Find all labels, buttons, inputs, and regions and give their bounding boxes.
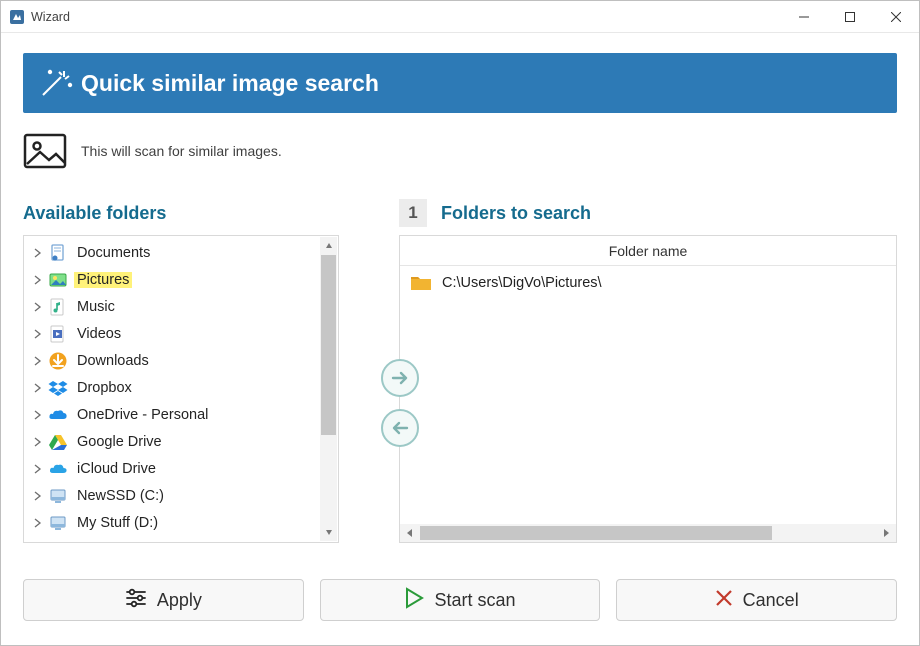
pictures-icon [48,270,68,290]
tree-item[interactable]: iCloud Drive [26,455,319,482]
music-icon [48,297,68,317]
expander-icon[interactable] [32,247,44,259]
folder-icon [410,274,432,292]
minimize-button[interactable] [781,1,827,33]
tree-item-label: NewSSD (C:) [74,488,167,504]
titlebar: Wizard [1,1,919,33]
folders-to-search-panel: Folder name C:\Users\DigVo\Pictures\ [399,235,897,543]
expander-icon[interactable] [32,409,44,421]
hscroll-thumb[interactable] [420,526,772,540]
scroll-left-icon[interactable] [400,529,420,537]
sliders-icon [125,588,147,613]
horizontal-scrollbar[interactable] [400,524,896,542]
window-title: Wizard [31,10,70,24]
expander-icon[interactable] [32,382,44,394]
tree-item-label: Dropbox [74,380,135,396]
tree-item-label: Google Drive [74,434,165,450]
cancel-label: Cancel [743,590,799,611]
play-icon [404,587,424,614]
drive-icon [48,513,68,533]
tree-item[interactable]: NewSSD (C:) [26,482,319,509]
videos-icon [48,324,68,344]
remove-folder-button[interactable] [381,409,419,447]
expander-icon[interactable] [32,355,44,367]
step-badge: 1 [399,199,427,227]
drive-icon [48,486,68,506]
tree-item-label: OneDrive - Personal [74,407,211,423]
tree-item[interactable]: Documents [26,239,319,266]
expander-icon[interactable] [32,517,44,529]
folders-to-search-label: Folders to search [441,203,591,224]
banner-title: Quick similar image search [81,70,379,97]
x-icon [715,589,733,612]
tree-item-label: Downloads [74,353,152,369]
downloads-icon [48,351,68,371]
description-row: This will scan for similar images. [1,113,919,173]
folder-tree[interactable]: Documents Pictures Music Videos Downloads Dro… [26,236,319,542]
wand-icon [35,63,75,103]
add-folder-button[interactable] [381,359,419,397]
selected-folders-list[interactable]: C:\Users\DigVo\Pictures\ [400,266,896,524]
apply-label: Apply [157,590,202,611]
banner: Quick similar image search [23,53,897,113]
available-folders-heading: Available folders [23,197,339,229]
documents-icon [48,243,68,263]
tree-item-label: Music [74,299,118,315]
tree-scrollbar[interactable] [320,237,337,541]
tree-item[interactable]: Pictures [26,266,319,293]
tree-item[interactable]: Music [26,293,319,320]
icloud-icon [48,459,68,479]
tree-item[interactable]: Downloads [26,347,319,374]
column-header[interactable]: Folder name [400,236,896,266]
expander-icon[interactable] [32,436,44,448]
expander-icon[interactable] [32,328,44,340]
expander-icon[interactable] [32,463,44,475]
description-text: This will scan for similar images. [81,143,282,159]
apply-button[interactable]: Apply [23,579,304,621]
scroll-down-icon[interactable] [320,523,337,541]
tree-item[interactable]: OneDrive - Personal [26,401,319,428]
available-folders-panel: Documents Pictures Music Videos Downloads Dro… [23,235,339,543]
expander-icon[interactable] [32,274,44,286]
tree-item-label: My Stuff (D:) [74,515,161,531]
scroll-up-icon[interactable] [320,237,337,255]
cancel-button[interactable]: Cancel [616,579,897,621]
tree-item-label: Pictures [74,272,132,288]
selected-folder-path: C:\Users\DigVo\Pictures\ [442,275,602,291]
onedrive-icon [48,405,68,425]
tree-item[interactable]: Google Drive [26,428,319,455]
tree-item-label: iCloud Drive [74,461,159,477]
selected-folder-row[interactable]: C:\Users\DigVo\Pictures\ [400,266,896,300]
close-button[interactable] [873,1,919,33]
tree-item[interactable]: My Stuff (D:) [26,509,319,536]
tree-item-label: Videos [74,326,124,342]
start-label: Start scan [434,590,515,611]
dropbox-icon [48,378,68,398]
tree-item[interactable]: Videos [26,320,319,347]
gdrive-icon [48,432,68,452]
expander-icon[interactable] [32,301,44,313]
start-scan-button[interactable]: Start scan [320,579,601,621]
scroll-right-icon[interactable] [876,529,896,537]
tree-item[interactable]: Dropbox [26,374,319,401]
app-icon [9,9,25,25]
maximize-button[interactable] [827,1,873,33]
image-icon [23,129,67,173]
scroll-thumb[interactable] [321,255,336,435]
folders-to-search-heading: 1 Folders to search [399,197,897,229]
expander-icon[interactable] [32,490,44,502]
tree-item-label: Documents [74,245,153,261]
